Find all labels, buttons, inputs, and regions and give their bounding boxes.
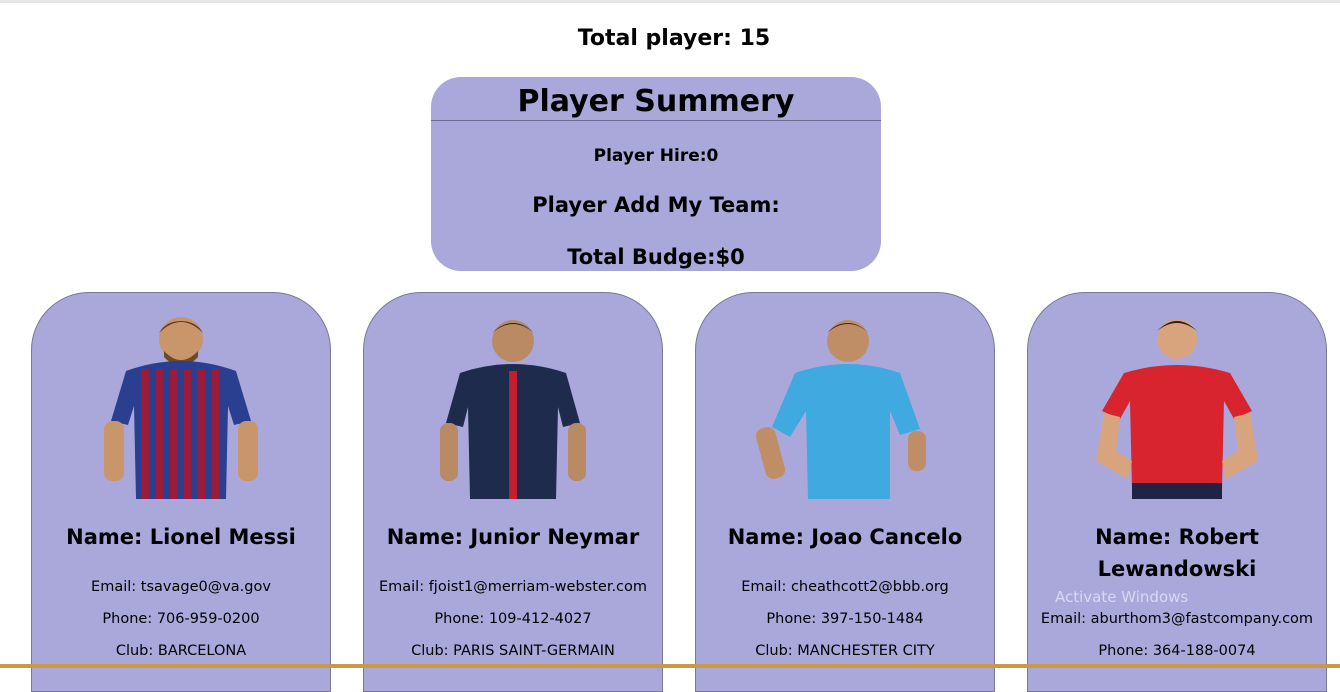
player-club: Club: MANCHESTER CITY	[755, 643, 935, 659]
activate-windows-watermark: Activate Windows	[1055, 588, 1189, 606]
player-card: Name: Junior Neymar Email: fjoist1@merri…	[363, 292, 663, 692]
player-photo	[1096, 319, 1258, 499]
player-name: Name: Robert Lewandowski	[1095, 525, 1259, 581]
summary-total-budget: Total Budge:$0	[567, 245, 745, 269]
player-name: Name: Lionel Messi	[66, 525, 296, 549]
player-email: Email: fjoist1@merriam-webster.com	[378, 579, 648, 595]
player-club: Club: BARCELONA	[115, 643, 247, 659]
top-border	[0, 0, 1340, 3]
player-phone: Phone: 706-959-0200	[102, 611, 260, 627]
player-photo	[755, 320, 926, 499]
summary-player-hire: Player Hire:0	[593, 146, 719, 166]
player-email: Email: cheathcott2@bbb.org	[741, 579, 949, 595]
total-player-count: Total player: 15	[577, 26, 771, 51]
player-card: Name: Joao Cancelo Email: cheathcott2@bb…	[695, 292, 995, 692]
player-card: Name: Lionel Messi Email: tsavage0@va.go…	[31, 292, 331, 692]
player-card: Name: Robert Lewandowski Email: aburthom…	[1027, 292, 1327, 692]
player-name: Name: Joao Cancelo	[727, 525, 963, 549]
player-photo	[440, 320, 586, 499]
player-summary-panel: Player Summery Player Hire:0 Player Add …	[431, 77, 881, 271]
player-phone: Phone: 397-150-1484	[766, 611, 924, 627]
player-photo	[104, 317, 258, 499]
taskbar-edge	[0, 664, 1340, 668]
player-phone: Phone: 109-412-4027	[434, 611, 592, 627]
summary-title: Player Summery	[431, 77, 881, 121]
summary-player-add-team: Player Add My Team:	[532, 193, 780, 217]
player-phone: Phone: 364-188-0074	[1098, 643, 1256, 659]
player-email: Email: tsavage0@va.gov	[91, 579, 271, 595]
player-email: Email: aburthom3@fastcompany.com	[1040, 611, 1314, 627]
player-club: Club: PARIS SAINT-GERMAIN	[411, 643, 615, 659]
player-name: Name: Junior Neymar	[386, 525, 640, 549]
